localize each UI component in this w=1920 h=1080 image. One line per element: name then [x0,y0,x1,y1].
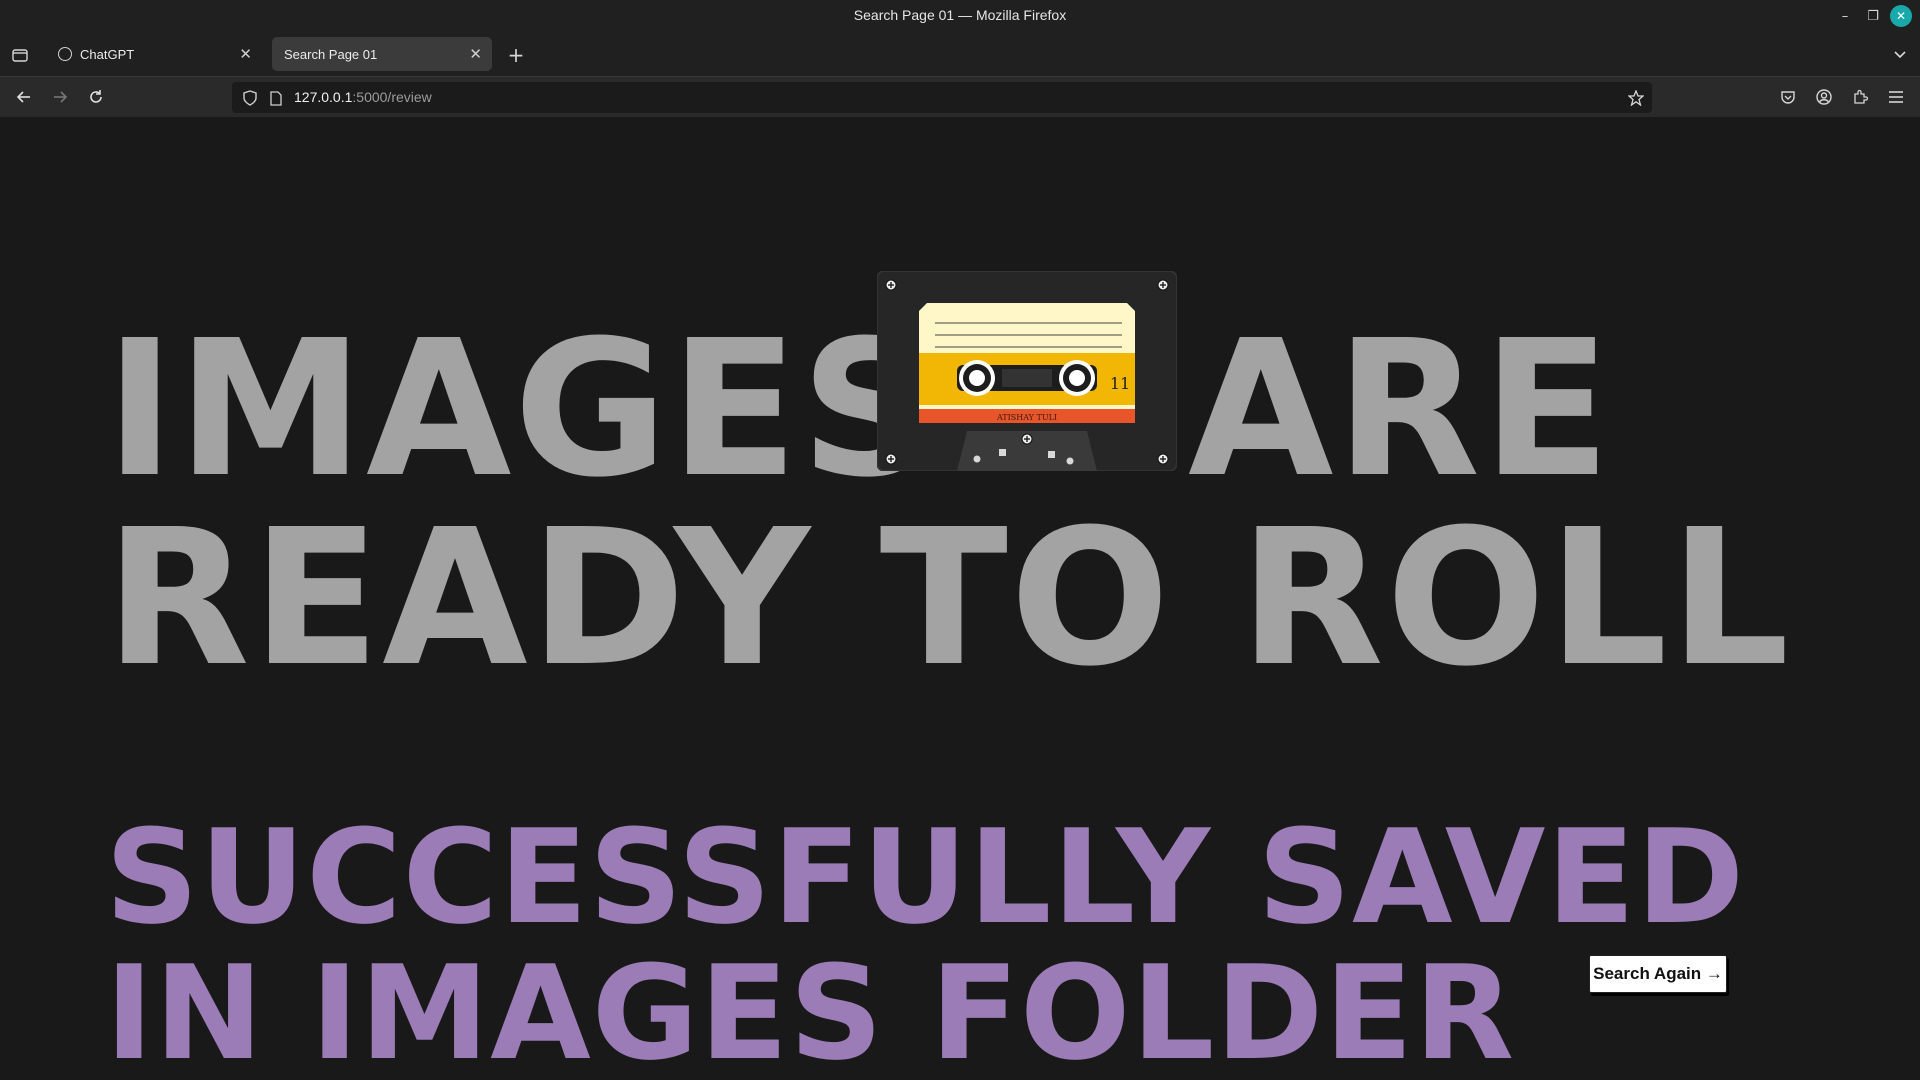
window-title: Search Page 01 — Mozilla Firefox [853,7,1067,23]
reload-icon[interactable] [84,85,108,109]
new-tab-button[interactable]: + [504,43,528,67]
cassette-tape-image: 11 ATISHAY TULI [877,271,1177,471]
back-icon[interactable] [12,85,36,109]
url-text: 127.0.0.1:5000/review [294,89,432,105]
chevron-down-icon[interactable] [1888,43,1912,67]
cassette-label: ATISHAY TULI [996,413,1057,422]
bookmark-star-icon[interactable] [1626,88,1646,108]
minimize-button[interactable]: – [1834,5,1856,27]
tab-label: Search Page 01 [284,46,378,62]
headline-are: ARE [1188,300,1613,519]
tab-label: ChatGPT [80,46,135,62]
tab-list-icon[interactable] [8,43,32,67]
page-info-icon[interactable] [266,88,286,108]
headline-ready-to-roll: READY TO ROLL [105,489,1792,708]
chatgpt-favicon-icon [58,47,72,61]
tab-chatgpt[interactable]: ChatGPT ✕ [46,37,262,71]
close-tab-icon[interactable]: ✕ [469,45,482,63]
cassette-number: 11 [1110,374,1130,393]
search-again-button[interactable]: Search Again → [1589,955,1727,993]
window-titlebar: Search Page 01 — Mozilla Firefox – ❐ ✕ [0,0,1920,33]
headline-images: IMAGES [105,300,938,519]
shield-icon[interactable] [240,88,260,108]
navigation-toolbar: 127.0.0.1:5000/review [0,76,1920,117]
extensions-icon[interactable] [1848,85,1872,109]
url-bar[interactable]: 127.0.0.1:5000/review [232,82,1652,113]
close-tab-icon[interactable]: ✕ [239,45,252,63]
hamburger-menu-icon[interactable] [1884,85,1908,109]
tab-search-page[interactable]: Search Page 01 ✕ [272,37,492,71]
restore-button[interactable]: ❐ [1862,5,1884,27]
success-message: SUCCESSFULLY SAVED IN IMAGES FOLDER [105,801,1746,1080]
forward-icon[interactable] [48,85,72,109]
page-content: IMAGES 11 ATISHAY TULI ARE READY TO ROLL… [0,117,1920,1080]
pocket-icon[interactable] [1776,85,1800,109]
close-window-button[interactable]: ✕ [1890,5,1912,27]
url-path: :5000/review [352,89,432,105]
account-icon[interactable] [1812,85,1836,109]
url-host: 127.0.0.1 [294,89,353,105]
tab-bar: ChatGPT ✕ Search Page 01 ✕ + [0,33,1920,76]
